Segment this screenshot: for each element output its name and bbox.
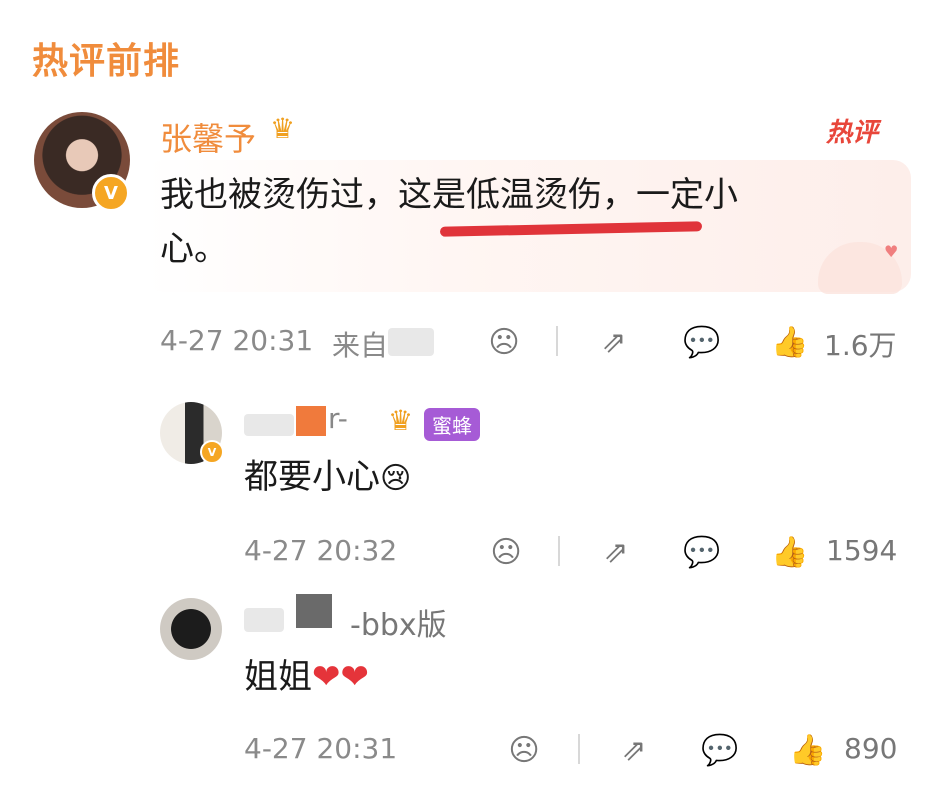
comment-text-part: 一定小 — [636, 175, 738, 215]
redacted-block — [296, 594, 332, 628]
share-icon[interactable]: ⇗ — [594, 322, 634, 362]
avatar[interactable] — [160, 598, 222, 660]
hot-comment-tag: 热评 — [826, 118, 879, 148]
comment-text: 我也被烫伤过，这是低温烫伤，一定小 — [160, 166, 738, 224]
comment-icon[interactable]: 💬 — [682, 322, 722, 362]
divider — [556, 326, 558, 356]
verified-icon: V — [200, 440, 224, 464]
dislike-icon[interactable]: ☹ — [484, 322, 524, 362]
redacted-username — [244, 414, 294, 436]
comment-text-line2: 心。 — [160, 229, 228, 269]
like-icon[interactable]: 👍 — [770, 532, 810, 572]
dislike-icon[interactable]: ☹ — [504, 730, 544, 770]
share-icon[interactable]: ⇗ — [596, 532, 636, 572]
crown-icon: ♛ — [270, 112, 296, 145]
section-title: 热评前排 — [32, 41, 181, 82]
reply-text-content: 都要小心 — [244, 457, 380, 497]
verified-icon: V — [92, 174, 130, 212]
comment-time: 4-27 20:31 — [160, 324, 314, 357]
like-count: 890 — [844, 732, 898, 765]
redacted-block — [296, 406, 326, 436]
dislike-icon[interactable]: ☹ — [486, 532, 526, 572]
heart-icon: ❤ — [340, 657, 370, 697]
like-icon[interactable]: 👍 — [770, 322, 810, 362]
fan-badge: 蜜蜂 — [424, 408, 480, 441]
like-count: 1594 — [826, 534, 898, 567]
reply-time: 4-27 20:32 — [244, 534, 398, 567]
username[interactable]: 张馨予 — [160, 114, 256, 160]
comment-source: 来自 — [332, 329, 389, 362]
crying-emoji-icon: 😢 — [380, 461, 412, 496]
heart-icon: ♥ — [884, 242, 899, 261]
like-count: 1.6万 — [824, 329, 897, 362]
like-icon[interactable]: 👍 — [788, 730, 828, 770]
share-icon[interactable]: ⇗ — [614, 730, 654, 770]
reply-text: 都要小心😢 — [244, 448, 411, 508]
reply-text-content: 姐姐 — [244, 657, 312, 697]
divider — [578, 734, 580, 764]
comment-icon[interactable]: 💬 — [682, 532, 722, 572]
reply-text: 姐姐❤❤ — [244, 648, 369, 706]
comment-highlight: 这是低温烫伤， — [398, 175, 636, 215]
username[interactable]: r- — [328, 402, 348, 435]
username[interactable]: -bbx版 — [350, 600, 447, 644]
heart-icon: ❤ — [312, 657, 341, 697]
comment-icon[interactable]: 💬 — [700, 730, 740, 770]
comment-text-part: 我也被烫伤过， — [160, 175, 398, 215]
crown-icon: ♛ — [388, 404, 414, 437]
divider — [558, 536, 560, 566]
reply-time: 4-27 20:31 — [244, 732, 398, 765]
redacted-username — [244, 608, 284, 632]
redacted-source — [388, 328, 434, 356]
